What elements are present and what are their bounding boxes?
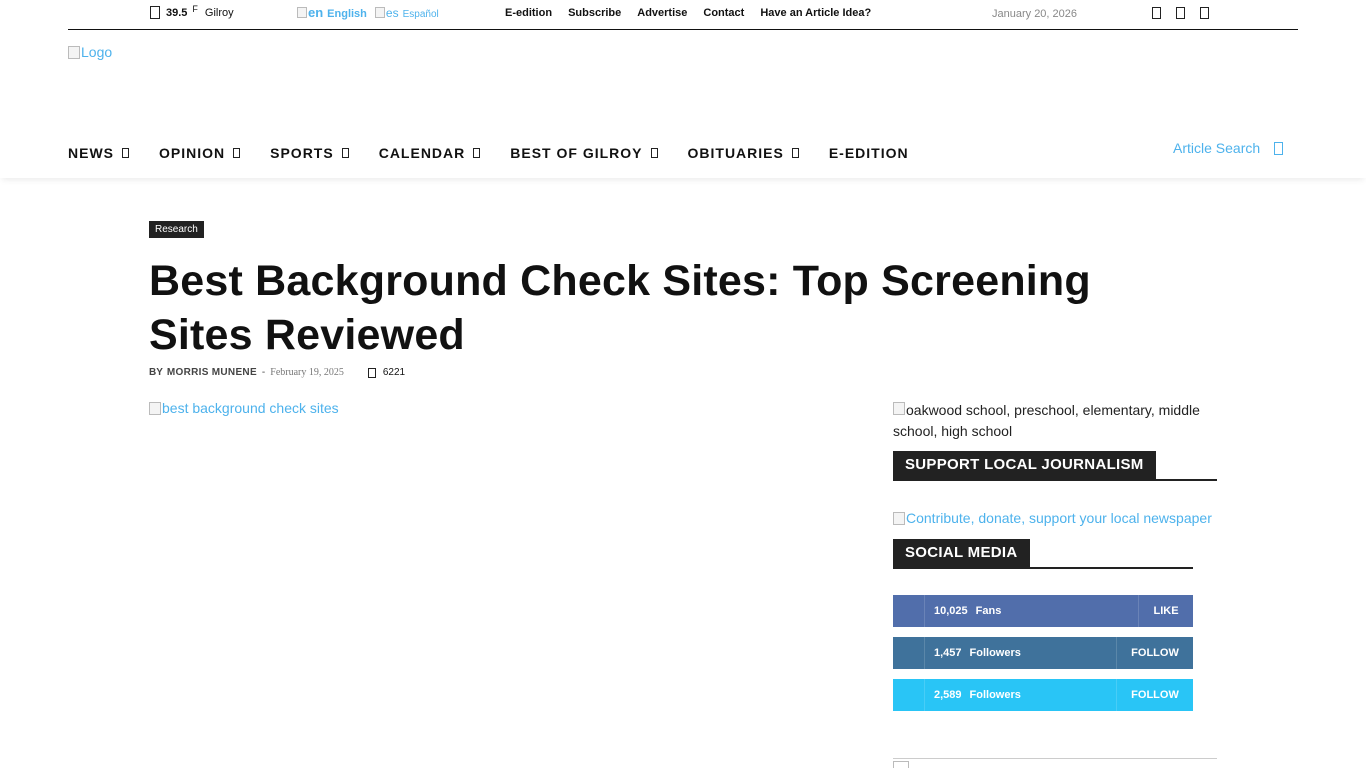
twitter-icon (893, 637, 925, 669)
weather-temp: 39.5 (166, 6, 188, 19)
site-logo[interactable]: Logo (68, 44, 112, 60)
sidebar-bottom-image[interactable] (893, 758, 1217, 768)
article-search-button[interactable]: Article Search (1173, 140, 1284, 156)
chevron-down-icon (473, 148, 481, 158)
author-link[interactable]: MORRIS MUNENE (167, 367, 257, 378)
nav-item-best-of-gilroy[interactable]: BEST OF GILROY (510, 145, 658, 161)
broken-image-icon (149, 401, 161, 415)
social-row-facebook[interactable]: 10,025 Fans LIKE (893, 595, 1193, 627)
category-badge[interactable]: Research (149, 221, 204, 238)
broken-image-icon (893, 402, 905, 415)
facebook-icon[interactable] (1152, 7, 1161, 19)
chevron-down-icon (791, 148, 799, 158)
follow-button[interactable]: FOLLOW (1116, 637, 1193, 669)
top-bar: 39.5 F Gilroy en English es Español E-ed… (68, 0, 1298, 30)
sidebar-ad-image[interactable]: oakwood school, preschool, elementary, m… (893, 400, 1223, 442)
social-count: 2,589 (934, 689, 962, 701)
contribute-alt: Contribute, donate, support your local n… (906, 510, 1212, 526)
nav-item-obituaries[interactable]: OBITUARIES (688, 145, 799, 161)
instagram-icon[interactable] (1176, 7, 1185, 19)
nav-item-sports[interactable]: SPORTS (270, 145, 349, 161)
featured-image[interactable]: best background check sites (149, 400, 339, 416)
english-flag-icon: en (297, 5, 323, 20)
top-links: E-edition Subscribe Advertise Contact Ha… (505, 7, 887, 19)
sidebar-ad-alt: oakwood school, preschool, elementary, m… (893, 402, 1200, 439)
like-button[interactable]: LIKE (1138, 595, 1193, 627)
article-search-label: Article Search (1173, 140, 1261, 156)
twitter-icon[interactable] (1200, 7, 1209, 19)
view-count: 6221 (367, 367, 406, 378)
featured-image-alt: best background check sites (162, 400, 339, 416)
language-spanish[interactable]: es Español (374, 6, 439, 20)
top-link-advertise[interactable]: Advertise (637, 7, 687, 19)
publish-date: February 19, 2025 (270, 367, 344, 378)
chevron-down-icon (233, 148, 241, 158)
main-nav: NEWS OPINION SPORTS CALENDAR BEST OF GIL… (0, 127, 1366, 178)
nav-item-e-edition[interactable]: E-EDITION (829, 145, 909, 161)
broken-image-icon (893, 511, 905, 525)
social-label: Followers (969, 647, 1021, 659)
weather-widget: 39.5 F Gilroy (150, 3, 234, 19)
chevron-down-icon (650, 148, 658, 158)
top-link-contact[interactable]: Contact (703, 7, 744, 19)
weather-unit: F (192, 3, 198, 14)
facebook-icon (893, 595, 925, 627)
logo-alt-text: Logo (81, 44, 113, 60)
article-meta: BY MORRIS MUNENE - February 19, 2025 622… (149, 367, 405, 378)
nav-item-news[interactable]: NEWS (68, 145, 129, 161)
top-link-subscribe[interactable]: Subscribe (568, 7, 621, 19)
view-count-value: 6221 (382, 367, 406, 378)
social-row-twitter-2[interactable]: 2,589 Followers FOLLOW (893, 679, 1193, 711)
search-icon (1274, 141, 1284, 155)
language-english-label: English (327, 8, 367, 20)
follow-button[interactable]: FOLLOW (1116, 679, 1193, 711)
social-label: Followers (969, 689, 1021, 701)
contribute-image[interactable]: Contribute, donate, support your local n… (893, 510, 1212, 526)
top-link-article-idea[interactable]: Have an Article Idea? (760, 7, 871, 19)
article-title: Best Background Check Sites: Top Screeni… (149, 257, 1091, 359)
language-spanish-label: Español (402, 8, 439, 20)
social-label: Fans (975, 605, 1002, 617)
meta-separator: - (261, 367, 266, 378)
eye-icon (367, 367, 376, 378)
chevron-down-icon (122, 148, 129, 158)
social-count: 1,457 (934, 647, 962, 659)
nav-item-opinion[interactable]: OPINION (159, 145, 241, 161)
byline-prefix: BY (149, 367, 163, 378)
language-switcher: en English es Español (297, 5, 447, 20)
support-journalism-heading: SUPPORT LOCAL JOURNALISM (893, 451, 1217, 481)
broken-image-icon (893, 761, 909, 768)
social-media-heading: SOCIAL MEDIA (893, 539, 1193, 569)
top-link-e-edition[interactable]: E-edition (505, 7, 552, 19)
spanish-flag-icon: es (374, 6, 399, 20)
weather-icon (150, 6, 160, 19)
broken-image-icon (68, 45, 80, 59)
chevron-down-icon (341, 148, 349, 158)
current-date: January 20, 2026 (992, 8, 1078, 20)
social-count: 10,025 (934, 605, 968, 617)
twitter-icon (893, 679, 925, 711)
language-english[interactable]: en English (297, 5, 367, 20)
nav-item-calendar[interactable]: CALENDAR (379, 145, 481, 161)
social-row-twitter[interactable]: 1,457 Followers FOLLOW (893, 637, 1193, 669)
top-social-icons (1152, 7, 1224, 19)
weather-city: Gilroy (204, 6, 234, 19)
